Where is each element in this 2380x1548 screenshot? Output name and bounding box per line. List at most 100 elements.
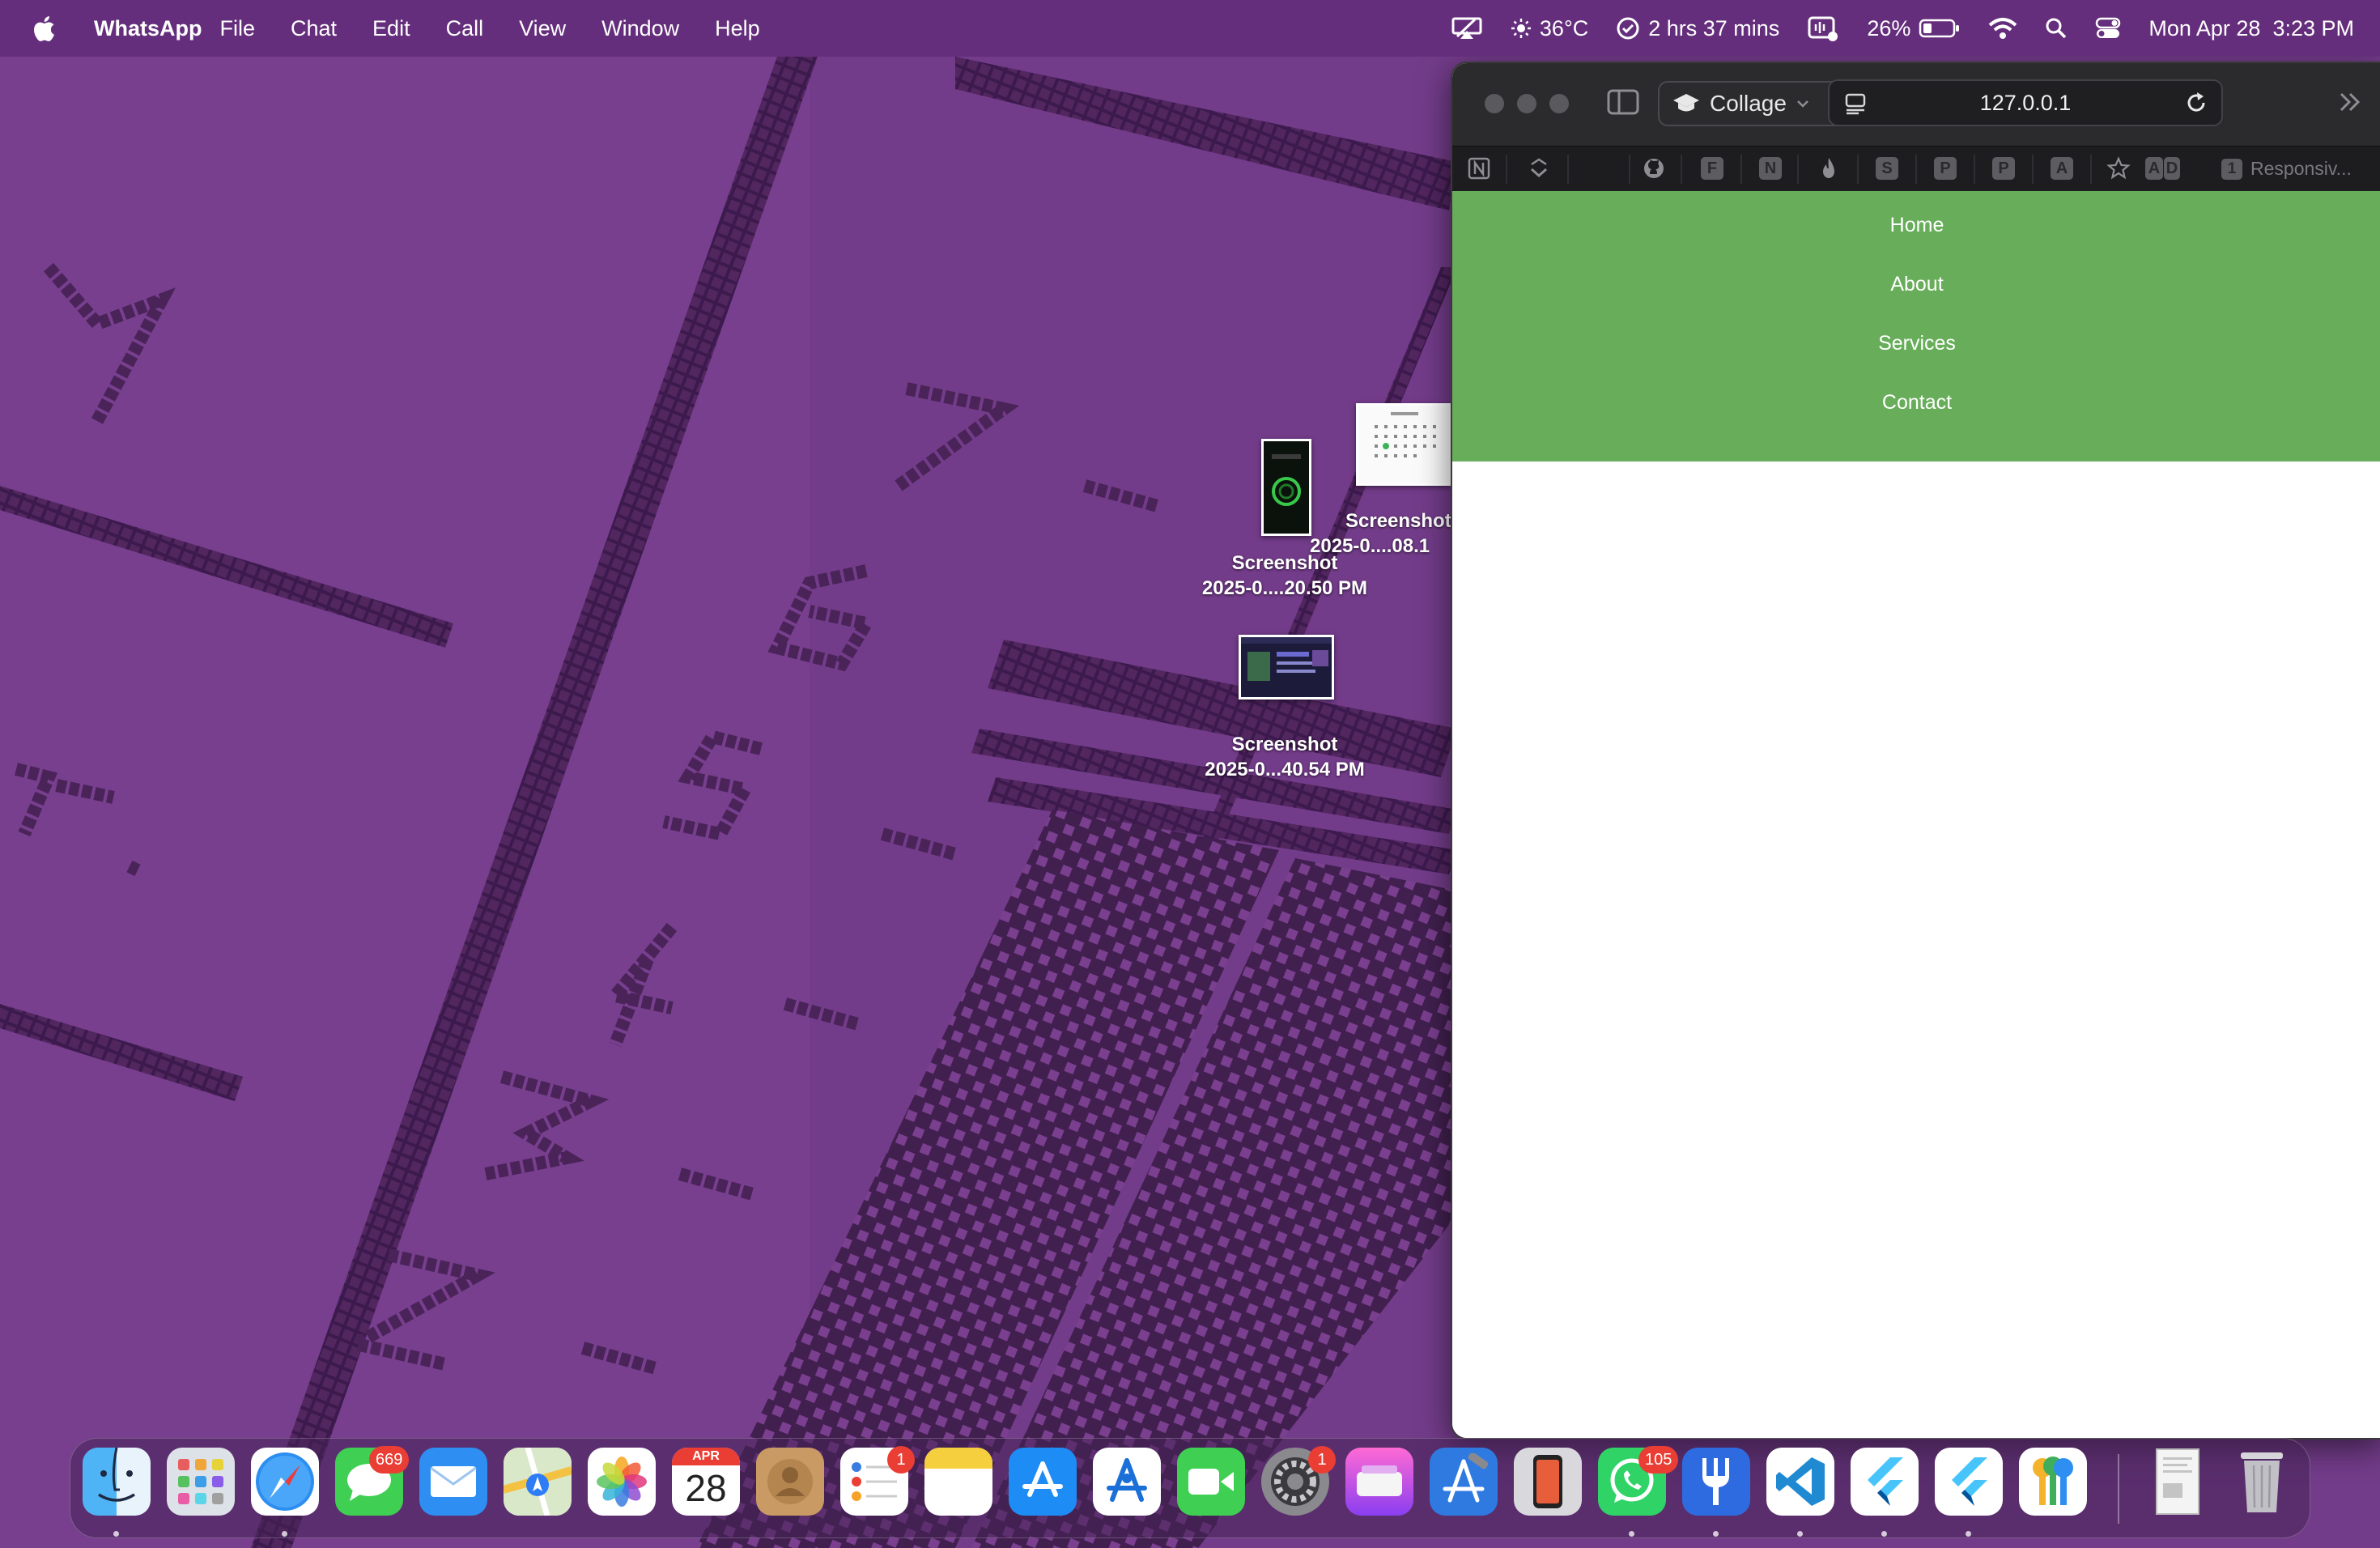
- dock-fork[interactable]: [1682, 1448, 1750, 1516]
- flutter-icon: [1952, 1457, 1987, 1506]
- sidebar-toggle-icon[interactable]: [1606, 87, 1640, 117]
- desktop-file-screenshot-3[interactable]: Screenshot 2025-0...40.54 PM: [1166, 732, 1404, 782]
- calendar-day: 28: [685, 1467, 727, 1509]
- dock-photos[interactable]: [588, 1448, 656, 1516]
- nav-link-home[interactable]: Home: [1890, 207, 1944, 266]
- date-time[interactable]: Mon Apr 28 3:23 PM: [2148, 16, 2354, 41]
- finder-icon: [98, 1448, 135, 1502]
- bookmark-p-1[interactable]: P: [1932, 155, 1959, 182]
- dock-contacts[interactable]: [756, 1448, 824, 1516]
- dock-passwords[interactable]: [2019, 1448, 2087, 1516]
- weather-status[interactable]: 36°C: [1511, 16, 1588, 41]
- chevron-double-right-icon[interactable]: [2338, 91, 2362, 113]
- apple-menu-icon[interactable]: [29, 12, 62, 45]
- contacts-person-icon: [767, 1459, 813, 1504]
- menu-chat[interactable]: Chat: [273, 16, 355, 41]
- favorites-bar: F N S P P A A D 1 Responsiv...: [1452, 146, 2380, 192]
- profile-selector[interactable]: Collage: [1658, 81, 1852, 126]
- bookmark-responsive[interactable]: 1 Responsiv...: [2221, 158, 2352, 180]
- url-text: 127.0.0.1: [1979, 90, 2072, 115]
- dock-trash[interactable]: [2228, 1448, 2296, 1516]
- bookmark-folder[interactable]: [1525, 155, 1553, 182]
- dock-xcode[interactable]: [1430, 1448, 1498, 1516]
- app-menu-whatsapp[interactable]: WhatsApp: [84, 16, 202, 41]
- weather-text: 36°C: [1539, 15, 1589, 40]
- flutter-icon: [1868, 1457, 1903, 1506]
- running-indicator-finder: [113, 1531, 119, 1537]
- dock-simulator[interactable]: [1514, 1448, 1582, 1516]
- dock-instruments[interactable]: [1093, 1448, 1161, 1516]
- address-bar[interactable]: 127.0.0.1: [1828, 79, 2223, 126]
- vscode-icon: [1776, 1457, 1825, 1506]
- trash-icon: [2241, 1452, 2283, 1512]
- bookmark-s[interactable]: S: [1873, 155, 1901, 182]
- nav-link-services[interactable]: Services: [1878, 325, 1956, 385]
- dock-safari[interactable]: [251, 1448, 319, 1516]
- menu-call[interactable]: Call: [428, 16, 502, 41]
- menu-view[interactable]: View: [501, 16, 584, 41]
- web-page-content: Home About Services Contact: [1452, 191, 2380, 1438]
- screen-mirroring-icon[interactable]: [1451, 16, 1483, 40]
- site-navigation: Home About Services Contact: [1452, 191, 2380, 461]
- bookmark-notion[interactable]: [1465, 155, 1493, 182]
- dock-maps[interactable]: [504, 1448, 572, 1516]
- bookmark-star[interactable]: [2105, 155, 2132, 182]
- voice-memo-icon[interactable]: [1807, 15, 1839, 41]
- dock-disk-utility[interactable]: [1345, 1448, 1413, 1516]
- github-icon: [1644, 159, 1664, 178]
- battery-status[interactable]: 26%: [1867, 16, 1961, 41]
- desktop-file-screenshot-2[interactable]: Screenshot 2025-0....08.1: [1295, 508, 1465, 559]
- check-circle-icon: [1617, 17, 1639, 40]
- window-zoom-button[interactable]: [1549, 94, 1569, 113]
- menu-file[interactable]: File: [202, 16, 273, 41]
- xcode-hammer-icon: [1443, 1453, 1489, 1503]
- chevron-expand-icon: [1531, 158, 1547, 178]
- bookmark-n[interactable]: N: [1757, 155, 1784, 182]
- dock-launchpad[interactable]: [167, 1448, 235, 1516]
- sun-icon: [1511, 19, 1531, 38]
- app-store-icon: [1022, 1461, 1063, 1497]
- reload-icon[interactable]: [2184, 91, 2208, 115]
- profile-name: Collage: [1710, 91, 1787, 116]
- fork-icon: [1702, 1458, 1729, 1505]
- bookmark-d[interactable]: D: [2158, 155, 2186, 182]
- menu-edit[interactable]: Edit: [355, 16, 428, 41]
- file-name-line2: 2025-0....08.1: [1310, 535, 1430, 557]
- dock-mail[interactable]: [419, 1448, 487, 1516]
- notes-header: [924, 1448, 992, 1469]
- responsive-label: Responsiv...: [2250, 158, 2352, 179]
- page-menu-icon[interactable]: [1844, 92, 1867, 115]
- menu-window[interactable]: Window: [584, 16, 697, 41]
- dock-flutter-2[interactable]: [1935, 1448, 2003, 1516]
- bookmark-p-2[interactable]: P: [1990, 155, 2017, 182]
- dock-notes[interactable]: [924, 1448, 992, 1516]
- dock-calendar[interactable]: APR 28: [672, 1448, 740, 1516]
- bookmark-github[interactable]: [1640, 155, 1668, 182]
- bookmark-a[interactable]: A: [2048, 155, 2076, 182]
- window-minimize-button[interactable]: [1517, 94, 1536, 113]
- nav-link-about[interactable]: About: [1890, 266, 1943, 325]
- screenshot-thumbnail-calendar[interactable]: [1356, 403, 1451, 486]
- dock-recent-document[interactable]: [2144, 1448, 2212, 1516]
- wifi-icon[interactable]: [1988, 17, 2017, 40]
- bookmark-fire[interactable]: [1815, 155, 1842, 182]
- bookmark-f[interactable]: F: [1698, 155, 1726, 182]
- timer-status[interactable]: 2 hrs 37 mins: [1616, 16, 1779, 41]
- file-name-line1: Screenshot: [1345, 510, 1451, 532]
- settings-badge: 1: [1308, 1446, 1336, 1474]
- star-icon: [2106, 156, 2131, 180]
- dock-flutter-1[interactable]: [1851, 1448, 1919, 1516]
- control-center-icon[interactable]: [2095, 17, 2121, 40]
- calendar-screenshot-preview: [1358, 406, 1449, 483]
- spotlight-search-icon[interactable]: [2045, 17, 2068, 40]
- nav-link-contact[interactable]: Contact: [1882, 385, 1952, 444]
- dock-finder[interactable]: [83, 1448, 151, 1516]
- dock-app-store[interactable]: [1009, 1448, 1077, 1516]
- dock-vscode[interactable]: [1766, 1448, 1834, 1516]
- notion-icon: [1468, 157, 1490, 180]
- dock-facetime[interactable]: [1177, 1448, 1245, 1516]
- window-close-button[interactable]: [1485, 94, 1504, 113]
- running-indicator-flutter-2: [1966, 1531, 1971, 1537]
- screenshot-thumbnail-website[interactable]: [1239, 635, 1334, 700]
- menu-help[interactable]: Help: [697, 16, 778, 41]
